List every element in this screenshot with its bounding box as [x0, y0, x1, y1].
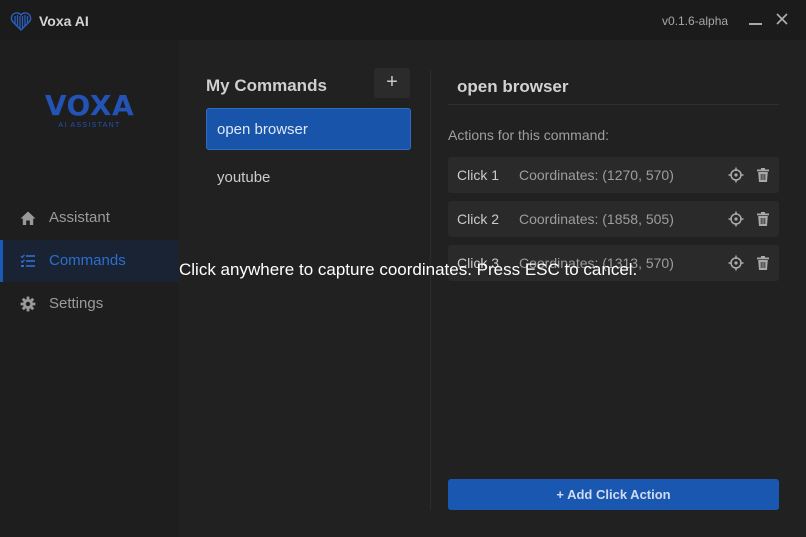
close-icon[interactable] — [774, 11, 790, 27]
list-icon — [20, 254, 35, 267]
command-item-open-browser[interactable]: open browser — [206, 108, 411, 150]
command-item-youtube[interactable]: youtube — [206, 156, 411, 198]
app-title: Voxa AI — [39, 13, 89, 29]
version-label: v0.1.6-alpha — [662, 14, 729, 28]
heart-logo-icon — [10, 12, 32, 31]
detail-divider — [448, 104, 779, 105]
crosshair-icon[interactable] — [728, 211, 744, 227]
commands-title: My Commands — [206, 76, 327, 95]
minimize-button[interactable] — [748, 10, 764, 26]
add-command-button[interactable]: + — [374, 68, 410, 98]
action-name: Click 2 — [457, 211, 500, 227]
action-row: Click 1 Coordinates: (1270, 570) — [448, 157, 779, 193]
actions-label: Actions for this command: — [448, 127, 610, 143]
trash-icon[interactable] — [755, 211, 771, 227]
sidebar-item-label: Settings — [49, 295, 104, 312]
sidebar-item-label: Commands — [49, 252, 126, 269]
brand-subtitle: AI ASSISTANT — [58, 122, 121, 129]
trash-icon[interactable] — [755, 255, 771, 271]
capture-instruction-overlay: Click anywhere to capture coordinates. P… — [179, 260, 638, 279]
sidebar-item-settings[interactable]: Settings — [0, 283, 179, 325]
sidebar-item-assistant[interactable]: Assistant — [0, 197, 179, 239]
trash-icon[interactable] — [755, 167, 771, 183]
gear-icon — [20, 296, 36, 312]
home-icon — [20, 211, 36, 225]
crosshair-icon[interactable] — [728, 255, 744, 271]
command-detail-title: open browser — [457, 77, 569, 96]
panel-divider — [430, 70, 431, 510]
action-coordinates: Coordinates: (1858, 505) — [519, 211, 674, 227]
add-click-action-button[interactable]: + Add Click Action — [448, 479, 779, 510]
title-bar: Voxa AI v0.1.6-alpha — [0, 0, 806, 40]
action-coordinates: Coordinates: (1270, 570) — [519, 167, 674, 183]
sidebar: VOXA AI ASSISTANT Assistant Commands Set… — [0, 40, 179, 537]
sidebar-item-commands[interactable]: Commands — [0, 240, 179, 282]
sidebar-item-label: Assistant — [49, 209, 110, 226]
brand-logo: VOXA AI ASSISTANT — [0, 89, 179, 130]
action-row: Click 2 Coordinates: (1858, 505) — [448, 201, 779, 237]
crosshair-icon[interactable] — [728, 167, 744, 183]
brand-name: VOXA — [44, 89, 135, 122]
action-name: Click 1 — [457, 167, 500, 183]
